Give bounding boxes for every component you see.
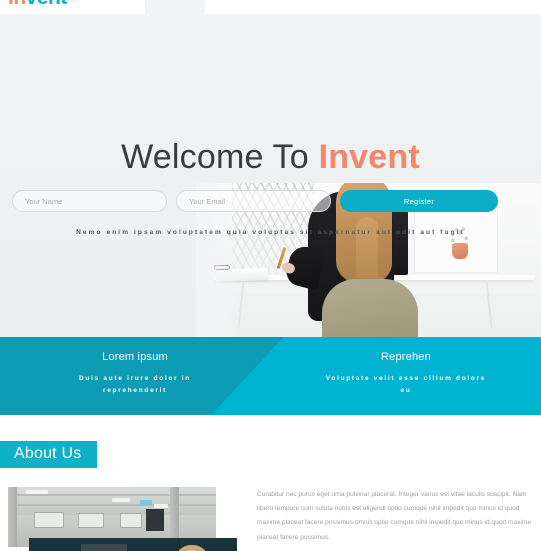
office-window-2 <box>78 513 104 528</box>
logo-text-secondary: vent <box>26 0 68 9</box>
hero-section: Welcome To Invent Register Nemo enim ips… <box>0 14 541 337</box>
ceiling-beam-2 <box>8 504 216 506</box>
banner-two-heading: Reprehen <box>381 351 431 363</box>
logo-text-primary: In <box>8 0 26 9</box>
banner-two-body: Voluptate velit esse cillum dolore eu <box>325 375 487 395</box>
office-pillar-left <box>8 487 17 547</box>
office-window-3 <box>120 513 142 528</box>
ceiling-light-2 <box>112 498 130 502</box>
hero-title-accent: Invent <box>318 138 420 176</box>
site-logo[interactable]: Invent <box>8 0 67 10</box>
banner-column-two: Reprehen Voluptate velit esse cillum dol… <box>271 351 541 397</box>
photo-screen <box>81 544 127 551</box>
hero-title: Welcome To Invent <box>0 138 541 177</box>
hero-tagline: Nemo enim ipsam voluptatem quia voluptas… <box>76 229 465 236</box>
hero-signup-form[interactable]: Register <box>12 190 529 212</box>
hero-title-plain: Welcome To <box>121 138 319 176</box>
landing-page: Invent Home About Services Portfolio Tea… <box>0 0 541 551</box>
ceiling-light-3 <box>154 504 168 508</box>
name-input[interactable] <box>12 190 167 212</box>
banner-one-heading: Lorem ipsum <box>102 351 168 363</box>
feature-banner: Lorem ipsum Duis aute irure dolor in rep… <box>0 337 541 415</box>
office-window-1 <box>34 512 64 528</box>
about-paragraph: Curabitur nec purus eget urna pulvinar p… <box>257 491 532 541</box>
about-us-badge: About Us <box>0 441 98 468</box>
site-header: Invent Home About Services Portfolio Tea… <box>0 0 541 14</box>
email-input[interactable] <box>176 190 331 212</box>
register-button[interactable]: Register <box>340 190 498 212</box>
header-divider <box>145 0 205 14</box>
ceiling-light-1 <box>26 490 48 494</box>
ceiling-beam-1 <box>8 494 216 496</box>
banner-one-body: Duis aute irure dolor in reprehenderit <box>79 375 191 395</box>
photo-dark-overlay <box>29 538 237 551</box>
banner-column-one: Lorem ipsum Duis aute irure dolor in rep… <box>0 351 270 397</box>
office-doorway <box>146 509 164 531</box>
office-ceiling-sign <box>140 500 152 505</box>
about-secondary-photo <box>29 538 237 551</box>
about-section: About Us Curabitur nec purus eget urna p… <box>0 415 541 551</box>
